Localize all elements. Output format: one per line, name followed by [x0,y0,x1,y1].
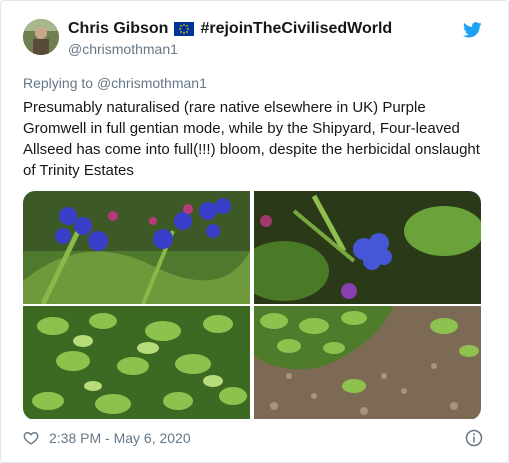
author-name-row[interactable]: Chris Gibson #rejoinTheCivilisedWorld [68,20,392,38]
photo-four-leaved-allseed-foliage[interactable] [23,306,250,419]
author-name[interactable]: Chris Gibson [68,20,168,38]
twitter-bird-icon[interactable] [463,22,482,38]
media-grid [23,191,481,420]
tweet-timestamp[interactable]: 2:38 PM - May 6, 2020 [49,430,465,446]
tweet-text: Presumably naturalised (rare native else… [23,99,480,179]
author-hashtag: #rejoinTheCivilisedWorld [200,20,393,37]
tweet-footer: 2:38 PM - May 6, 2020 [23,429,483,447]
info-icon[interactable] [465,429,483,447]
reply-handle-link[interactable]: @chrismothman1 [97,75,207,91]
reply-context: Replying to @chrismothman1 [23,75,207,91]
photo-purple-gromwell-single-flower[interactable] [254,191,481,304]
avatar[interactable] [23,19,59,55]
photo-purple-gromwell-flowers[interactable] [23,191,250,304]
eu-flag-icon [174,22,195,36]
photo-four-leaved-allseed-on-gravel[interactable] [254,306,481,419]
heart-icon[interactable] [23,430,39,446]
author-handle[interactable]: @chrismothman1 [68,41,178,57]
reply-prefix: Replying to [23,75,94,91]
tweet-card: Chris Gibson #rejoinTheCivilisedWorld @c… [0,0,509,463]
